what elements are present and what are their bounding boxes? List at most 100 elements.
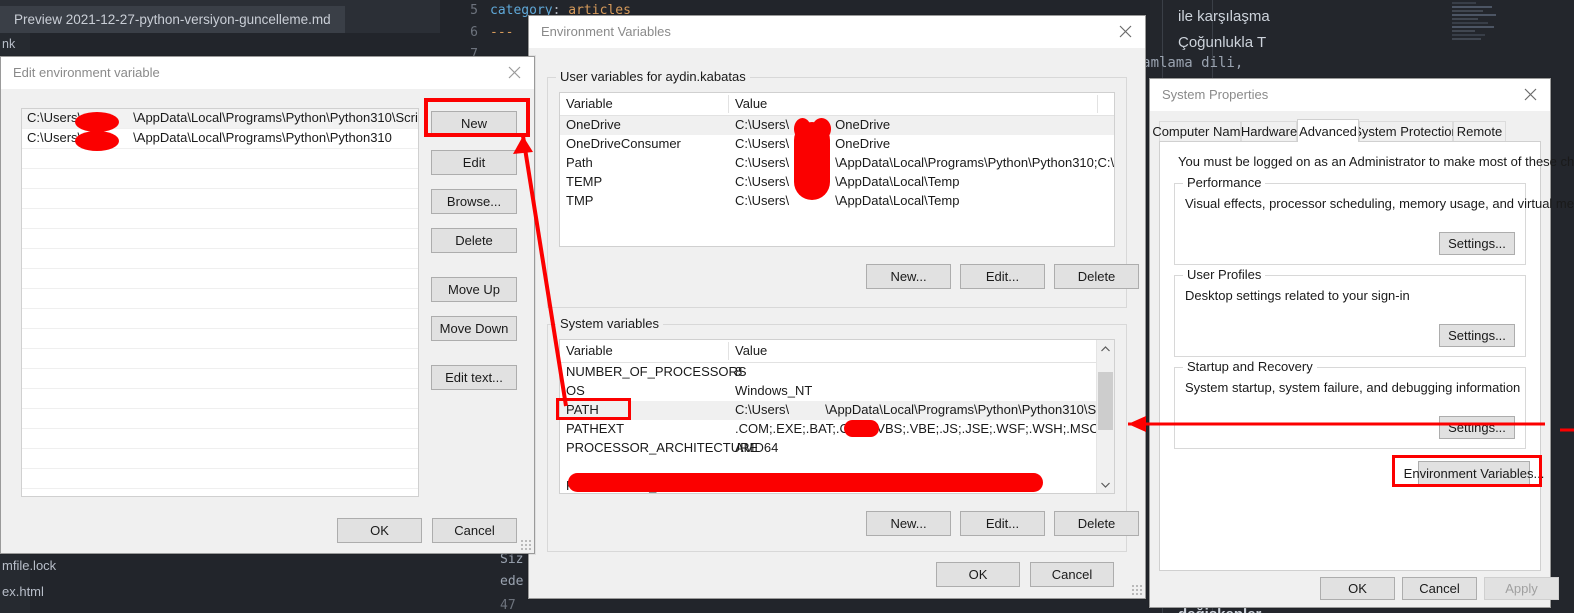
table-row[interactable]: TEMP C:\Users\ \AppData\Local\Temp — [560, 173, 1114, 192]
scroll-down-icon[interactable] — [1097, 476, 1114, 493]
environment-variables-title: Environment Variables — [541, 24, 671, 39]
variable-value: 8 — [735, 364, 743, 379]
system-edit-button[interactable]: Edit... — [960, 511, 1045, 536]
file-item[interactable]: mfile.lock — [0, 553, 200, 579]
path-list-item[interactable] — [22, 169, 418, 189]
new-button[interactable]: New — [431, 111, 517, 136]
startup-recovery-group-label: Startup and Recovery — [1183, 359, 1317, 374]
table-row[interactable]: Path C:\Users\ \AppData\Local\Programs\Py… — [560, 154, 1114, 173]
close-icon[interactable] — [1510, 79, 1550, 109]
move-down-button[interactable]: Move Down — [431, 316, 517, 341]
user-profiles-settings-button[interactable]: Settings... — [1439, 324, 1515, 347]
path-list-item[interactable] — [22, 149, 418, 169]
system-properties-title: System Properties — [1162, 87, 1269, 102]
system-properties-cancel-button[interactable]: Cancel — [1402, 577, 1477, 600]
startup-recovery-settings-button[interactable]: Settings... — [1439, 416, 1515, 439]
user-profiles-group-label: User Profiles — [1183, 267, 1266, 282]
user-profiles-group: User Profiles Desktop settings related t… — [1174, 267, 1526, 357]
system-variables-scrollbar[interactable] — [1096, 340, 1114, 493]
system-variables-header[interactable]: Variable Value — [560, 340, 1114, 363]
resize-grip-icon[interactable] — [1131, 584, 1143, 596]
path-list-item[interactable] — [22, 449, 418, 469]
tab-remote[interactable]: Remote — [1453, 121, 1506, 141]
path-list-item[interactable] — [22, 309, 418, 329]
table-row[interactable]: TMP C:\Users\ \AppData\Local\Temp — [560, 192, 1114, 211]
column-header-variable[interactable]: Variable — [566, 96, 613, 111]
path-list-item[interactable] — [22, 329, 418, 349]
table-row[interactable]: PROCESSOR_ARCHITECTURE AMD64 — [560, 439, 1114, 458]
path-entries-list[interactable]: C:\Users\ \AppData\Local\Programs\Python\… — [21, 108, 419, 497]
edit-text-button[interactable]: Edit text... — [431, 365, 517, 390]
close-icon[interactable] — [494, 57, 534, 87]
system-delete-button[interactable]: Delete — [1054, 511, 1139, 536]
table-row[interactable]: OneDrive C:\Users\ OneDrive — [560, 116, 1114, 135]
move-up-button[interactable]: Move Up — [431, 277, 517, 302]
path-list-item[interactable] — [22, 429, 418, 449]
redaction-blob — [844, 420, 879, 437]
edit-env-titlebar[interactable]: Edit environment variable — [1, 57, 534, 89]
system-properties-ok-button[interactable]: OK — [1320, 577, 1395, 600]
variable-name: PATHEXT — [566, 421, 625, 436]
delete-button[interactable]: Delete — [431, 228, 517, 253]
tab-computer-name[interactable]: Computer Name — [1152, 121, 1248, 141]
path-list-item[interactable] — [22, 349, 418, 369]
table-row-path[interactable]: PATH C:\Users\ \AppData\Local\Programs\Py… — [560, 401, 1114, 420]
user-delete-button[interactable]: Delete — [1054, 264, 1139, 289]
edit-button[interactable]: Edit — [431, 150, 517, 175]
system-variables-group-label: System variables — [556, 316, 663, 331]
system-properties-dialog[interactable]: System Properties Computer Name Hardware… — [1149, 78, 1574, 608]
edit-env-ok-button[interactable]: OK — [337, 518, 422, 543]
env-ok-button[interactable]: OK — [936, 562, 1020, 587]
advanced-tab-page: You must be logged on as an Administrato… — [1159, 141, 1574, 571]
scroll-thumb[interactable] — [1098, 372, 1113, 430]
scroll-up-icon[interactable] — [1097, 340, 1114, 357]
table-row[interactable]: NUMBER_OF_PROCESSORS 8 — [560, 363, 1114, 382]
edit-env-cancel-button[interactable]: Cancel — [432, 518, 517, 543]
path-list-item[interactable] — [22, 489, 418, 496]
column-header-value[interactable]: Value — [735, 96, 767, 111]
resize-grip-icon[interactable] — [520, 539, 532, 551]
environment-variables-titlebar[interactable]: Environment Variables — [529, 16, 1145, 48]
close-icon[interactable] — [1105, 16, 1145, 46]
env-cancel-button[interactable]: Cancel — [1030, 562, 1114, 587]
variable-value: AMD64 — [735, 440, 779, 455]
table-row[interactable]: OS Windows_NT — [560, 382, 1114, 401]
performance-group: Performance Visual effects, processor sc… — [1174, 175, 1574, 265]
browse-button[interactable]: Browse... — [431, 189, 517, 214]
edit-environment-variable-dialog[interactable]: Edit environment variable C:\Users\ \AppD… — [0, 56, 535, 554]
variable-value: C:\Users\ \AppData\Local\Temp — [735, 174, 960, 189]
path-list-item[interactable] — [22, 209, 418, 229]
column-header-variable[interactable]: Variable — [566, 343, 613, 358]
environment-variables-button[interactable]: Environment Variables... — [1404, 461, 1544, 485]
user-new-button[interactable]: New... — [866, 264, 951, 289]
system-variables-list[interactable]: Variable Value NUMBER_OF_PROCESSORS 8 OS… — [559, 339, 1115, 494]
table-row[interactable]: PATHEXT .COM;.EXE;.BAT;.CMD;.VBS;.VBE;.J… — [560, 420, 1114, 439]
table-row[interactable]: OneDriveConsumer C:\Users\ OneDrive — [560, 135, 1114, 154]
tab-preview-markdown[interactable]: Preview 2021-12-27-python-versiyon-gunce… — [0, 6, 345, 33]
column-header-value[interactable]: Value — [735, 343, 767, 358]
variable-name: TEMP — [566, 174, 603, 189]
tab-system-protection[interactable]: System Protection — [1353, 121, 1459, 141]
path-list-item[interactable] — [22, 369, 418, 389]
tab-hardware[interactable]: Hardware — [1241, 121, 1297, 141]
user-variables-list[interactable]: Variable Value OneDrive C:\Users\ OneDriv… — [559, 92, 1115, 247]
system-properties-titlebar[interactable]: System Properties — [1150, 79, 1550, 111]
sidebar-file-item[interactable]: nk — [0, 33, 30, 55]
path-list-item[interactable] — [22, 469, 418, 489]
tab-advanced[interactable]: Advanced — [1297, 119, 1359, 142]
path-list-item[interactable] — [22, 409, 418, 429]
user-variables-header[interactable]: Variable Value — [560, 93, 1114, 116]
path-list-item[interactable] — [22, 269, 418, 289]
environment-variables-dialog[interactable]: Environment Variables User variables for… — [528, 15, 1146, 599]
startup-recovery-description: System startup, system failure, and debu… — [1185, 380, 1521, 395]
system-properties-tabs[interactable]: Computer Name Hardware Advanced System P… — [1152, 119, 1541, 142]
performance-settings-button[interactable]: Settings... — [1439, 232, 1515, 255]
path-list-item[interactable] — [22, 289, 418, 309]
path-list-item[interactable] — [22, 389, 418, 409]
path-list-item[interactable] — [22, 229, 418, 249]
user-edit-button[interactable]: Edit... — [960, 264, 1045, 289]
system-new-button[interactable]: New... — [866, 511, 951, 536]
file-item[interactable]: ex.html — [0, 579, 200, 605]
path-list-item[interactable] — [22, 189, 418, 209]
path-list-item[interactable] — [22, 249, 418, 269]
